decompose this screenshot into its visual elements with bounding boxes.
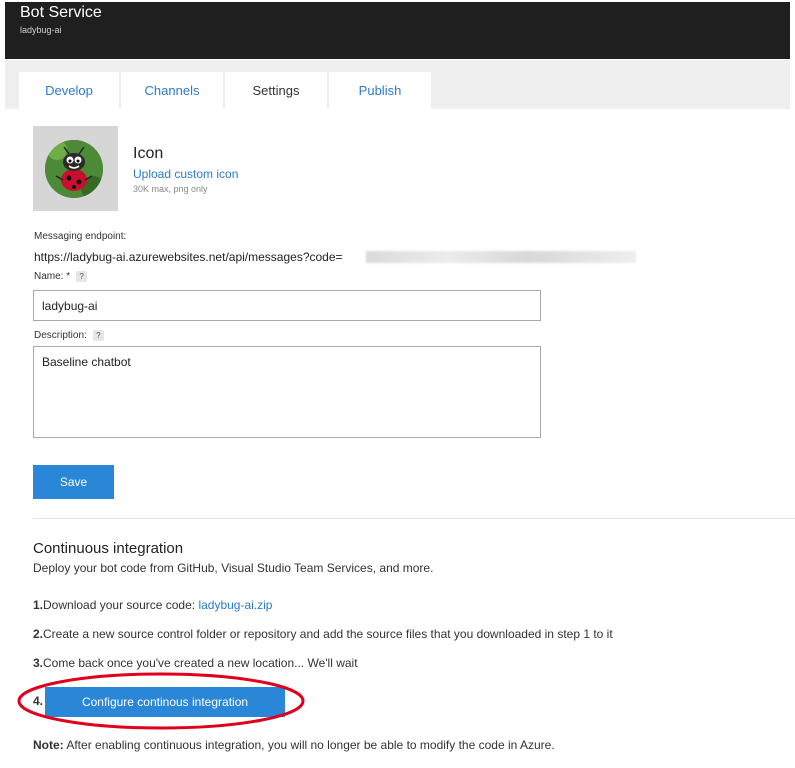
- description-label-text: Description:: [34, 330, 87, 342]
- ci-note: Note: After enabling continuous integrat…: [33, 738, 555, 752]
- app-header: Bot Service ladybug-ai: [5, 2, 790, 59]
- ci-step-3: 3.Come back once you've created a new lo…: [33, 656, 358, 670]
- tab-develop[interactable]: Develop: [19, 72, 119, 109]
- step-2-text: Create a new source control folder or re…: [43, 627, 613, 641]
- messaging-endpoint-label: Messaging endpoint:: [34, 231, 127, 242]
- step-3-text: Come back once you've created a new loca…: [43, 656, 358, 670]
- configure-ci-button[interactable]: Configure continous integration: [45, 687, 285, 717]
- name-input[interactable]: [33, 290, 541, 321]
- tab-publish[interactable]: Publish: [329, 72, 431, 109]
- step-1-number: 1.: [33, 598, 44, 612]
- note-text: After enabling continuous integration, y…: [63, 738, 555, 752]
- ladybug-avatar-icon: [45, 140, 103, 198]
- description-input[interactable]: Baseline chatbot: [33, 346, 541, 438]
- app-subtitle: ladybug-ai: [20, 25, 62, 35]
- tab-channels[interactable]: Channels: [121, 72, 223, 109]
- tab-bar: Develop Channels Settings Publish: [5, 60, 790, 109]
- ci-step-1: 1.Download your source code: ladybug-ai.…: [33, 598, 272, 612]
- icon-size-hint: 30K max, png only: [133, 184, 208, 194]
- step-3-number: 3.: [33, 656, 44, 670]
- save-button[interactable]: Save: [33, 465, 114, 499]
- redacted-code: [366, 251, 636, 263]
- tab-settings[interactable]: Settings: [225, 72, 327, 109]
- upload-custom-icon-link[interactable]: Upload custom icon: [133, 167, 238, 181]
- bot-icon-frame: [33, 126, 118, 211]
- step-2-number: 2.: [33, 627, 44, 641]
- description-help-icon[interactable]: ?: [92, 330, 104, 341]
- step-4-number: 4.: [33, 694, 44, 708]
- name-label-text: Name: *: [34, 271, 71, 283]
- note-label: Note:: [33, 738, 64, 752]
- ci-title: Continuous integration: [33, 540, 184, 557]
- ci-description: Deploy your bot code from GitHub, Visual…: [33, 561, 434, 575]
- ci-step-2: 2.Create a new source control folder or …: [33, 627, 613, 641]
- icon-section-title: Icon: [133, 145, 164, 162]
- description-label: Description:?: [34, 330, 104, 341]
- name-help-icon[interactable]: ?: [76, 271, 88, 282]
- source-code-download-link[interactable]: ladybug-ai.zip: [198, 598, 272, 612]
- step-1-text: Download your source code:: [43, 598, 199, 612]
- section-divider: [33, 518, 795, 519]
- messaging-endpoint-value: https://ladybug-ai.azurewebsites.net/api…: [34, 250, 343, 264]
- name-label: Name: *?: [34, 271, 88, 283]
- app-title: Bot Service: [20, 4, 102, 21]
